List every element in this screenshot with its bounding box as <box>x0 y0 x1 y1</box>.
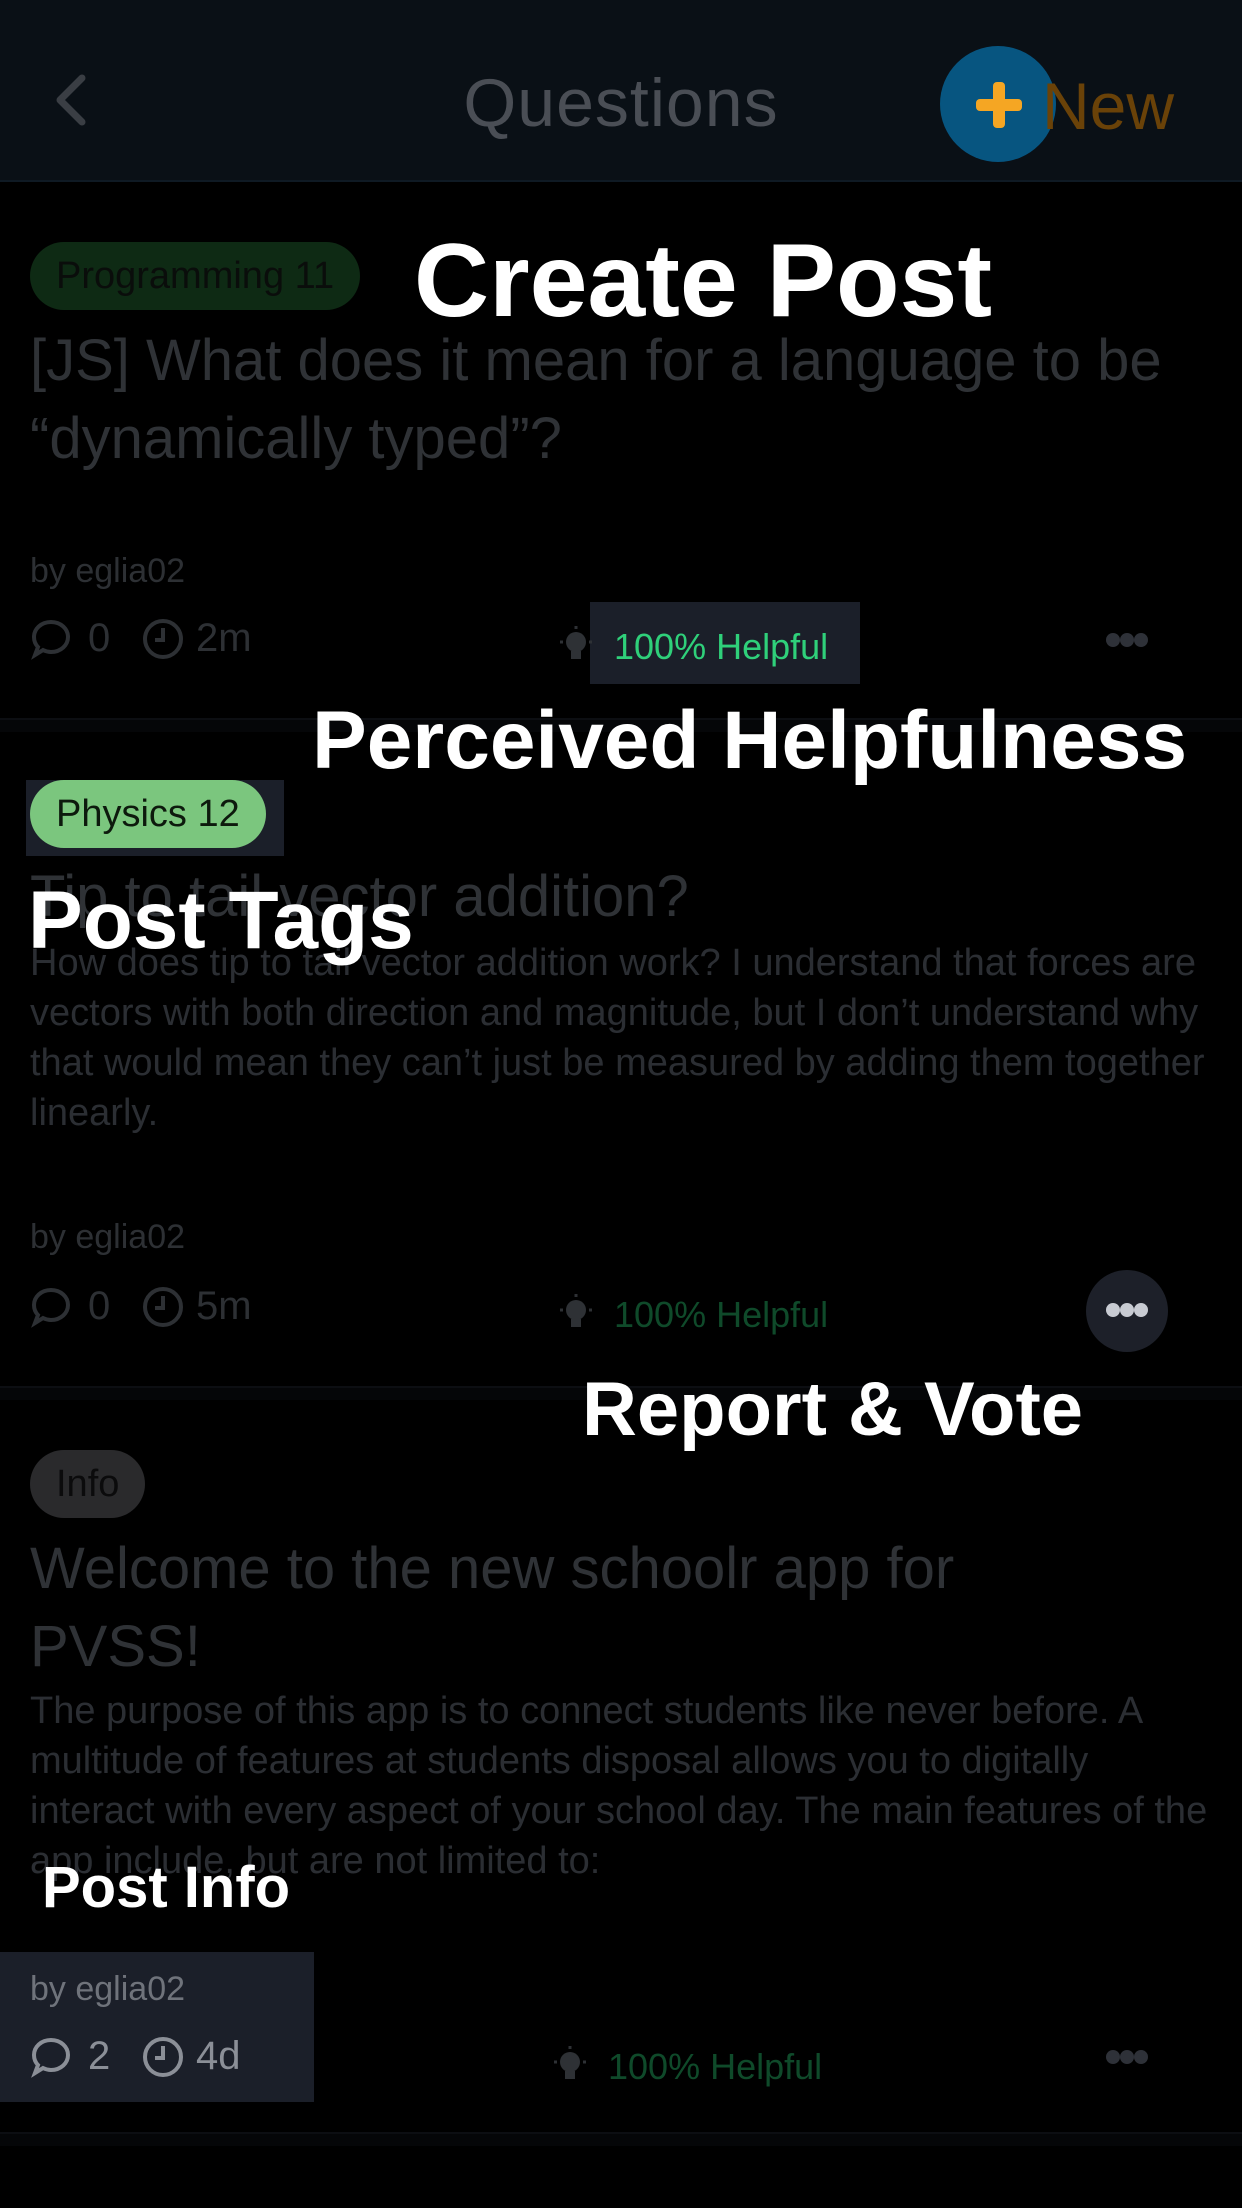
helpfulness-indicator: 100% Helpful <box>556 620 876 670</box>
post-divider <box>0 2132 1242 2146</box>
post-tag[interactable]: Info <box>30 1450 146 1518</box>
post-card-3[interactable]: Info Welcome to the new schoolr app for … <box>0 1400 1242 2130</box>
nav-header: Questions New <box>0 0 1242 182</box>
more-options-button[interactable] <box>1086 2017 1168 2099</box>
plus-icon <box>976 82 1022 128</box>
annotation-post-tags: Post Tags <box>28 875 414 966</box>
post-age: 2m <box>142 614 292 664</box>
comment-icon <box>31 619 71 660</box>
lightbulb-icon <box>560 626 592 659</box>
annotation-create-post: Create Post <box>414 223 992 339</box>
clock-icon <box>143 2037 183 2077</box>
comment-count: 2 <box>30 2032 120 2082</box>
post-author: by eglia02 <box>30 1218 186 1256</box>
lightbulb-icon <box>560 1294 592 1327</box>
post-age: 4d <box>142 2032 292 2082</box>
more-dots-icon <box>1106 633 1148 647</box>
clock-icon <box>143 619 183 659</box>
post-age: 5m <box>142 1282 292 1332</box>
helpfulness-indicator: 100% Helpful <box>550 2040 870 2090</box>
post-tag[interactable]: Physics 12 <box>30 780 266 848</box>
more-options-button[interactable] <box>1086 1270 1168 1352</box>
more-dots-icon <box>1106 1303 1148 1317</box>
post-meta: 0 5m <box>30 1282 330 1332</box>
new-post-label: New <box>1042 69 1175 143</box>
annotation-perceived-helpfulness: Perceived Helpfulness <box>312 695 1188 786</box>
new-post-button[interactable]: New <box>940 46 1200 162</box>
post-author: by eglia02 <box>30 1970 186 2008</box>
post-body: How does tip to tail vector addition wor… <box>30 942 1205 1134</box>
clock-icon <box>143 1287 183 1327</box>
post-tag[interactable]: Programming 11 <box>30 242 361 310</box>
lightbulb-icon <box>554 2046 586 2079</box>
comment-count: 0 <box>30 614 120 664</box>
post-title: Welcome to the new schoolr app for PVSS! <box>30 1536 955 1679</box>
comment-icon <box>31 2037 71 2078</box>
post-author: by eglia02 <box>30 552 186 590</box>
post-meta: 2 4d <box>30 2032 330 2082</box>
more-dots-icon <box>1106 2050 1148 2064</box>
annotation-post-info: Post Info <box>42 1855 291 1920</box>
post-meta: 0 2m <box>30 614 330 664</box>
helpfulness-indicator: 100% Helpful <box>556 1288 876 1338</box>
more-options-button[interactable] <box>1086 600 1168 682</box>
post-card-2[interactable]: Physics 12 Tip to tail vector addition? … <box>0 732 1242 1386</box>
comment-icon <box>31 1287 71 1328</box>
annotation-report-vote: Report & Vote <box>582 1367 1084 1452</box>
post-title: [JS] What does it mean for a language to… <box>30 328 1162 471</box>
comment-count: 0 <box>30 1282 120 1332</box>
